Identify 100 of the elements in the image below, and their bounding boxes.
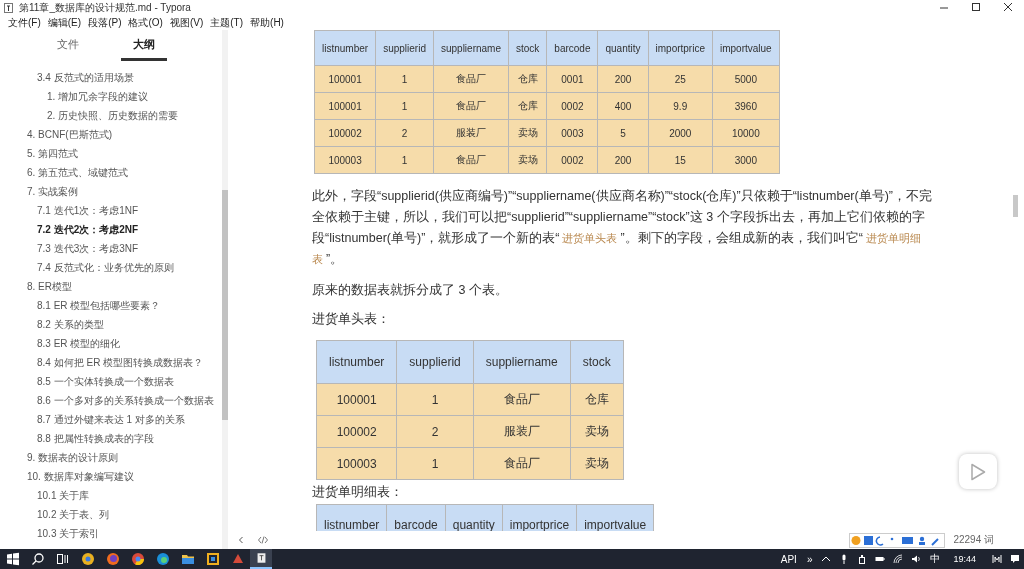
outline-item[interactable]: 7.1 迭代1次：考虑1NF [0,201,222,220]
outline-item[interactable]: 10. 数据库对象编写建议 [0,467,222,486]
outline-item[interactable]: 8.1 ER 模型包括哪些要素？ [0,296,222,315]
ime-indicator[interactable]: 中 [930,552,941,566]
outline-item[interactable]: 8.5 一个实体转换成一个数据表 [0,372,222,391]
tray-label[interactable]: API [780,553,797,565]
outline-item[interactable]: 8.4 如何把 ER 模型图转换成数据表？ [0,353,222,372]
taskbar-app-button[interactable] [250,549,272,569]
outline-item[interactable]: 8. ER模型 [0,277,222,296]
table-cell: 100001 [316,383,397,416]
menu-item[interactable]: 格式(O) [128,15,163,30]
outline-item[interactable]: 7.4 反范式化：业务优先的原则 [0,258,222,277]
column-header: suppliername [433,30,509,66]
table-cell: 2000 [648,119,713,147]
tray-label[interactable]: » [806,553,813,565]
column-header: importprice [648,30,713,66]
table-cell: 100003 [316,447,397,480]
outline-item[interactable]: 10.3 关于索引 [0,524,222,543]
menu-item[interactable]: 段落(P) [88,15,122,30]
table-cell: 卖场 [570,447,624,480]
document-icon [256,551,267,565]
folder-icon[interactable] [181,552,195,566]
outline-item[interactable]: 7.3 迭代3次：考虑3NF [0,239,222,258]
section-label: 进货单头表： [312,311,391,328]
table-cell: 100002 [314,119,376,147]
browser-icon[interactable] [131,552,145,566]
outline-item[interactable]: 3.4 反范式的适用场景 [0,68,222,87]
scrollbar-thumb[interactable] [222,190,228,420]
column-header: stock [508,30,547,66]
clock[interactable]: 19:44 [953,554,976,564]
menu-item[interactable]: 视图(V) [169,15,204,30]
meet-icon[interactable] [992,554,1002,564]
table-cell: 食品厂 [473,383,571,416]
outline-item[interactable]: 2. 历史快照、历史数据的需要 [0,106,222,125]
column-header: stock [570,340,624,384]
column-header: supplierid [375,30,434,66]
table-cell: 1 [396,447,474,480]
menu-item[interactable]: 主题(T) [210,15,244,30]
notification-icon[interactable] [1010,554,1020,564]
column-header: barcode [546,30,598,66]
window-icon[interactable] [206,552,220,566]
table-cell: 2 [396,415,474,448]
table-cell: 卖场 [570,415,624,448]
ime-toolbar[interactable] [849,532,946,548]
outline-item[interactable]: 8.8 把属性转换成表的字段 [0,429,222,448]
outline-item[interactable]: 8.6 一个多对多的关系转换成一个数据表 [0,391,222,410]
outline-item[interactable]: 10.2 关于表、列 [0,505,222,524]
menu-item[interactable]: 帮助(H) [250,15,284,30]
table-cell: 25 [648,65,713,93]
table-cell: 1 [396,383,474,416]
outline-item[interactable]: 5. 第四范式 [0,144,222,163]
browser-icon[interactable] [81,552,95,566]
battery-icon[interactable] [875,554,886,564]
table-cell: 食品厂 [433,92,509,120]
outline-item[interactable]: 10.1 关于库 [0,486,222,505]
table-cell: 3000 [712,146,780,174]
start-icon[interactable] [6,552,20,566]
outline-item[interactable]: 7. 实战案例 [0,182,222,201]
outline-item[interactable]: 8.2 关系的类型 [0,315,222,334]
browser-icon[interactable] [156,552,170,566]
outline-item[interactable]: 4. BCNF(巴斯范式) [0,125,222,144]
paragraph: 原来的数据表就拆分成了 3 个表。 [312,282,509,299]
scrollbar-thumb[interactable] [1013,195,1018,217]
table-cell: 100001 [314,92,376,120]
table-cell: 100002 [316,415,397,448]
table-cell: 食品厂 [433,65,509,93]
window-title: 第11章_数据库的设计规范.md - Typora [19,0,192,15]
column-header: listnumber [316,340,397,384]
table-cell: 100001 [314,65,376,93]
section-label: 进货单明细表： [312,484,404,501]
usb-icon[interactable] [857,554,868,564]
network-icon[interactable] [893,554,904,564]
outline-item[interactable]: 6. 第五范式、域键范式 [0,163,222,182]
code-icon[interactable] [258,535,268,545]
word-count: 22294 词 [953,533,994,547]
column-header: importvalue [712,30,780,66]
paragraph: 此外，字段“supplierid(供应商编号)”“suppliername(供应商名称)”“stock(仓库)”只依赖于“listnumber(单号)”，不完全依赖于主键，所以，我们可以把“supplierid”“suppliername”“stock”这 3 个字段拆出去，再加上它们依赖的字段“listnumber(单号)”，就形成了一个新的表“ 进货单头表 ”。剩下的字段，会组成新的表，我们叫它“ 进货单明细表 ”。 [312,188,933,268]
outline-item[interactable]: 9. 数据表的设计原则 [0,448,222,467]
task-view-icon[interactable] [56,552,70,566]
table-cell: 100003 [314,146,376,174]
outline-item[interactable]: 1. 增加冗余字段的建议 [0,87,222,106]
volume-icon[interactable] [911,554,922,564]
sidebar-tab[interactable]: 文件 [45,30,91,61]
search-icon[interactable] [31,552,45,566]
table-cell: 5000 [712,65,780,93]
outline-item[interactable]: 8.3 ER 模型的细化 [0,334,222,353]
app-icon [4,2,13,13]
app-icon[interactable] [231,552,245,566]
browser-icon[interactable] [106,552,120,566]
column-header: supplierid [396,340,474,384]
chevron-up-icon[interactable] [821,554,832,564]
table-cell: 食品厂 [433,146,509,174]
outline-item[interactable]: 8.7 通过外键来表达 1 对多的关系 [0,410,222,429]
menu-item[interactable]: 文件(F) [8,15,41,30]
sidebar-tab[interactable]: 大纲 [121,30,167,61]
outline-item[interactable]: 7.2 迭代2次：考虑2NF [0,220,222,239]
table-cell: 食品厂 [473,447,571,480]
menu-item[interactable]: 编辑(E) [47,15,82,30]
table-cell: 10000 [712,119,780,147]
table-cell: 服装厂 [433,119,509,147]
